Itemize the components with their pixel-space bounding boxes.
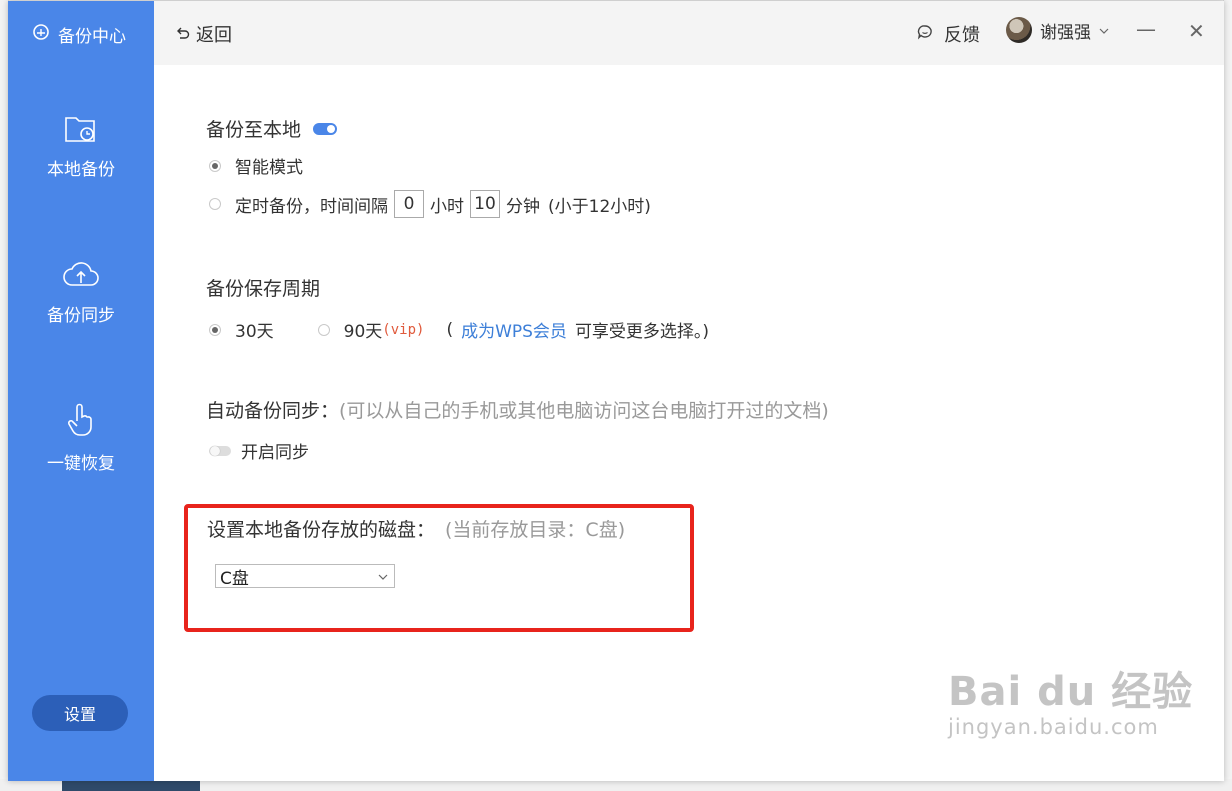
sidebar-item-restore[interactable]: 一键恢复	[8, 403, 154, 474]
backup-center-window: 备份中心 本地备份 备份同步 一键恢复 设置 返回 反馈 谢强强 — ✕ 备份至…	[8, 1, 1224, 781]
become-member-link[interactable]: 成为WPS会员	[461, 317, 567, 342]
retention-title: 备份保存周期	[206, 278, 321, 300]
disk-title: 设置本地备份存放的磁盘：	[207, 519, 436, 541]
smart-mode-label: 智能模式	[235, 158, 303, 178]
sidebar-item-label: 一键恢复	[47, 454, 115, 474]
auto-sync-toggle-row[interactable]: 开启同步	[209, 438, 309, 463]
back-arrow-icon	[176, 24, 190, 45]
back-label: 返回	[196, 25, 232, 46]
cloud-upload-icon	[8, 259, 154, 295]
user-menu[interactable]: 谢强强	[1006, 17, 1109, 43]
smart-mode-radio[interactable]	[209, 159, 221, 172]
sidebar-item-backup-sync[interactable]: 备份同步	[8, 259, 154, 326]
back-button[interactable]: 返回	[176, 21, 232, 47]
minutes-unit: 分钟	[506, 196, 540, 217]
retention-30-label: 30天	[235, 322, 274, 342]
chevron-down-icon	[378, 566, 388, 586]
auto-sync-toggle[interactable]	[209, 445, 231, 456]
chevron-down-icon	[1099, 20, 1109, 40]
minutes-input[interactable]: 10	[470, 190, 500, 218]
disk-title-row: 设置本地备份存放的磁盘： (当前存放目录：C盘)	[207, 515, 625, 542]
settings-button[interactable]: 设置	[32, 695, 128, 731]
hours-input[interactable]: 0	[394, 190, 424, 218]
timed-backup-radio[interactable]	[209, 198, 221, 210]
auto-sync-hint: (可以从自己的手机或其他电脑访问这台电脑打开过的文档)	[339, 400, 829, 422]
watermark-url: jingyan.baidu.com	[948, 715, 1159, 739]
disk-select[interactable]: C盘	[215, 564, 395, 589]
disk-select-value: C盘	[220, 568, 249, 589]
auto-sync-title-row: 自动备份同步：(可以从自己的手机或其他电脑访问这台电脑打开过的文档)	[206, 396, 829, 423]
feedback-button[interactable]: 反馈	[916, 21, 980, 47]
close-button[interactable]: ✕	[1188, 19, 1205, 43]
retention-90-label: 90天	[343, 322, 383, 342]
auto-sync-title: 自动备份同步：	[206, 400, 340, 422]
smart-mode-option[interactable]: 智能模式	[209, 153, 303, 178]
user-name: 谢强强	[1040, 22, 1091, 43]
background-app-right	[1223, 0, 1232, 791]
local-backup-title: 备份至本地	[206, 119, 302, 141]
disk-hint: (当前存放目录：C盘)	[445, 519, 626, 541]
auto-sync-toggle-label: 开启同步	[241, 443, 309, 463]
baidu-watermark: Bai du 经验 jingyan.baidu.com	[948, 659, 1193, 739]
folder-clock-icon	[8, 113, 154, 149]
minimize-button[interactable]: —	[1136, 17, 1156, 41]
watermark-logo: Bai du 经验	[948, 669, 1194, 715]
hand-pointer-icon	[8, 403, 154, 443]
member-note-close: 可享受更多选择。)	[574, 322, 710, 342]
local-backup-toggle[interactable]	[313, 122, 338, 135]
member-note-open: (	[446, 319, 454, 340]
timed-backup-option: 定时备份，时间间隔 0 小时 10 分钟 (小于12小时)	[209, 190, 651, 218]
sidebar: 备份中心 本地备份 备份同步 一键恢复 设置	[8, 1, 154, 781]
retention-90-radio[interactable]	[317, 323, 330, 336]
brand: 备份中心	[32, 21, 126, 47]
retention-options: 30天 90天 (vip) ( 成为WPS会员 可享受更多选择。)	[209, 317, 709, 342]
sidebar-item-label: 本地备份	[47, 160, 115, 180]
brand-title: 备份中心	[58, 26, 126, 47]
sidebar-item-local-backup[interactable]: 本地备份	[8, 113, 154, 180]
interval-limit-note: (小于12小时)	[548, 196, 651, 217]
sidebar-item-label: 备份同步	[47, 306, 115, 326]
vip-tag: (vip)	[382, 321, 425, 338]
retention-30-radio[interactable]	[209, 323, 221, 336]
backup-center-icon	[32, 23, 50, 46]
avatar	[1006, 17, 1032, 43]
title-bar: 返回 反馈 谢强强 — ✕	[154, 1, 1224, 65]
hours-unit: 小时	[430, 196, 464, 217]
feedback-label: 反馈	[944, 25, 980, 46]
local-backup-section: 备份至本地	[206, 115, 338, 142]
timed-backup-label: 定时备份，时间间隔	[235, 196, 388, 217]
chat-bubble-icon	[916, 23, 934, 46]
